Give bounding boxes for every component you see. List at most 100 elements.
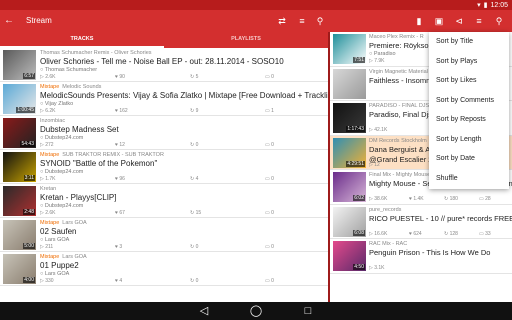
track-subtitle: Mixtape Lars GOA xyxy=(40,254,87,260)
comment-count: ▭ 0 xyxy=(265,278,274,284)
sort-menu-item[interactable]: Sort by Plays xyxy=(429,52,509,72)
duration-badge: 2:48 xyxy=(23,209,35,215)
status-icons: ▾ ▮ 12:05 xyxy=(477,0,508,10)
track-row[interactable]: 5:00 Mixtape Lars GOA 02 Saufen ○ Lars GOA ▷ … xyxy=(0,218,328,252)
duration-badge: 54:43 xyxy=(20,141,35,147)
track-title: 02 Saufen xyxy=(40,227,77,236)
track-title: Premiere: Röyksopp xyxy=(369,41,437,50)
play-count: ▷ 330 xyxy=(40,278,54,284)
sort-menu-item[interactable]: Sort by Length xyxy=(429,130,509,150)
track-title: 01 Puppe2 xyxy=(40,261,79,270)
play-count: ▷ 3.1K xyxy=(369,265,385,271)
artwork-thumbnail: 2:48 xyxy=(3,186,36,216)
repost-count: ↻ 5 xyxy=(190,74,199,80)
track-title: Paradiso, Final Djs xyxy=(369,110,432,119)
like-count: ♥ 12 xyxy=(115,142,125,148)
sort-menu: Sort by Title Sort by Plays Sort by Likes S… xyxy=(429,32,509,189)
play-count: ▷ 2.6K xyxy=(40,74,56,80)
track-title: Dubstep Madness Set xyxy=(40,125,119,134)
back-nav-icon[interactable]: ◁ xyxy=(196,304,212,318)
track-list: 6:57 Thomas Schumacher Remix - Oliver Sch… xyxy=(0,48,328,302)
app-bar: ← Stream ⇄ ≡ ⚲ ▮ ▣ ⊲ ≡ ⚲ xyxy=(0,10,512,32)
repost-count: ↻ 0 xyxy=(190,244,199,250)
track-row[interactable]: 2:48 Kretan Kretan - Playys[CLIP] ○ Dubstep… xyxy=(0,184,328,218)
sort-icon[interactable]: ≡ xyxy=(296,15,308,27)
search-icon-right[interactable]: ⚲ xyxy=(493,15,505,27)
share-icon[interactable]: ⊲ xyxy=(453,15,465,27)
comment-count: ▭ 33 xyxy=(479,230,491,237)
tab-playlists[interactable]: PLAYLISTS xyxy=(164,32,328,48)
repost-count: ↻ 4 xyxy=(190,176,199,182)
repost-count-value: 9 xyxy=(195,108,199,114)
track-user: ○ Lars GOA xyxy=(40,237,69,243)
track-subtitle: Thomas Schumacher Remix - Oliver Schorie… xyxy=(40,50,152,56)
save-icon[interactable]: ▣ xyxy=(433,15,445,27)
repeat-icon[interactable]: ⇄ xyxy=(276,15,288,27)
user-name: Lars GOA xyxy=(44,237,70,243)
duration-badge: 6:57 xyxy=(23,73,35,79)
track-source: Kretan xyxy=(40,186,57,192)
repost-count: ↻ 9 xyxy=(190,108,199,114)
like-count: ♥ 67 xyxy=(115,210,125,216)
search-icon[interactable]: ⚲ xyxy=(314,15,326,27)
duration-badge: 4:29:51 xyxy=(346,160,365,167)
sort-menu-item[interactable]: Shuffle xyxy=(429,169,509,189)
track-row[interactable]: 4:50 RAC Mix - RAC Penguin Prison - This I… xyxy=(330,239,512,274)
like-count: ♥ 624 xyxy=(409,230,422,237)
track-row[interactable]: 6:08 pure_records RICO PUESTEL - 10 // pur… xyxy=(330,205,512,239)
artwork-thumbnail: 6:02 xyxy=(333,172,366,202)
repost-count: ↻ 15 xyxy=(190,210,202,216)
track-user: ○ Lars GOA xyxy=(40,271,69,277)
sort-icon-right[interactable]: ≡ xyxy=(473,15,485,27)
track-subtitle: Mixtape SUB TRAKTOR REMIX - SUB TRAKTOR xyxy=(40,152,164,158)
back-arrow-icon[interactable]: ← xyxy=(4,15,14,27)
repost-count-value: 0 xyxy=(195,278,199,284)
track-row[interactable]: 6:57 Thomas Schumacher Remix - Oliver Sch… xyxy=(0,48,328,82)
track-title: RICO PUESTEL - 10 // pure* records FREE … xyxy=(369,213,512,223)
track-row[interactable]: 54:43 Inzombiac Dubstep Madness Set ○ Dubst… xyxy=(0,116,328,150)
sort-menu-item[interactable]: Sort by Date xyxy=(429,149,509,169)
like-count: ♥ 90 xyxy=(115,74,125,80)
comment-count-value: 1 xyxy=(271,108,274,114)
delete-icon[interactable]: ▮ xyxy=(413,15,425,27)
play-count-value: 7.9K xyxy=(374,58,385,64)
track-title: Faithless - Insomnia xyxy=(369,75,437,85)
mixtape-tag: Mixtape xyxy=(40,220,60,226)
mixtape-tag: Mixtape xyxy=(40,152,60,158)
like-count-value: 624 xyxy=(413,230,422,237)
play-count: ▷ 6.2K xyxy=(40,108,56,114)
sort-menu-item[interactable]: Sort by Likes xyxy=(429,71,509,91)
comment-count: ▭ 1 xyxy=(265,108,274,114)
track-row[interactable]: 4:00 Mixtape Lars GOA 01 Puppe2 ○ Lars GOA ▷ … xyxy=(0,252,328,286)
play-count: ▷ 12 xyxy=(369,161,380,168)
repost-count-value: 5 xyxy=(195,74,199,80)
artwork-thumbnail: 4:00 xyxy=(3,254,36,284)
track-source: SUB TRAKTOR REMIX - SUB TRAKTOR xyxy=(62,152,164,158)
track-row[interactable]: 1:00:45 Mixtape Melodic Sounds MelodicSound… xyxy=(0,82,328,116)
comment-count: ▭ 0 xyxy=(265,142,274,148)
duration-badge: 1:17:43 xyxy=(346,126,365,132)
repost-count: ↻ 128 xyxy=(444,230,458,237)
track-user: ○ Dubstep24.com xyxy=(40,203,83,209)
play-count: ▷ 42.1K xyxy=(369,127,388,133)
sort-menu-item[interactable]: Sort by Title xyxy=(429,32,509,52)
track-row[interactable]: 3:11 Mixtape SUB TRAKTOR REMIX - SUB TRAKT… xyxy=(0,150,328,184)
artwork-thumbnail: 5:00 xyxy=(3,220,36,250)
repost-count-value: 0 xyxy=(195,142,199,148)
like-count: ♥ 3 xyxy=(115,244,123,250)
battery-icon: ▮ xyxy=(483,2,488,9)
track-user: ○ Vijay Zlatko xyxy=(40,101,73,107)
track-subtitle: PARADISO - FINAL DJS xyxy=(369,103,429,109)
tab-tracks[interactable]: TRACKS xyxy=(0,32,164,48)
sort-menu-item[interactable]: Sort by Comments xyxy=(429,91,509,111)
duration-badge: 1:00:45 xyxy=(16,107,35,113)
like-count: ♥ 96 xyxy=(115,176,125,182)
user-name: Vijay Zlatko xyxy=(44,101,74,107)
navigation-bar: ◁ ◯ □ xyxy=(0,302,512,320)
sort-menu-item[interactable]: Sort by Reposts xyxy=(429,110,509,130)
artwork-thumbnail: 54:43 xyxy=(3,118,36,148)
track-subtitle: pure_records xyxy=(369,207,401,213)
track-user: ○ Thomas Schumacher xyxy=(40,67,97,73)
recents-nav-icon[interactable]: □ xyxy=(300,304,316,318)
home-nav-icon[interactable]: ◯ xyxy=(248,304,264,318)
